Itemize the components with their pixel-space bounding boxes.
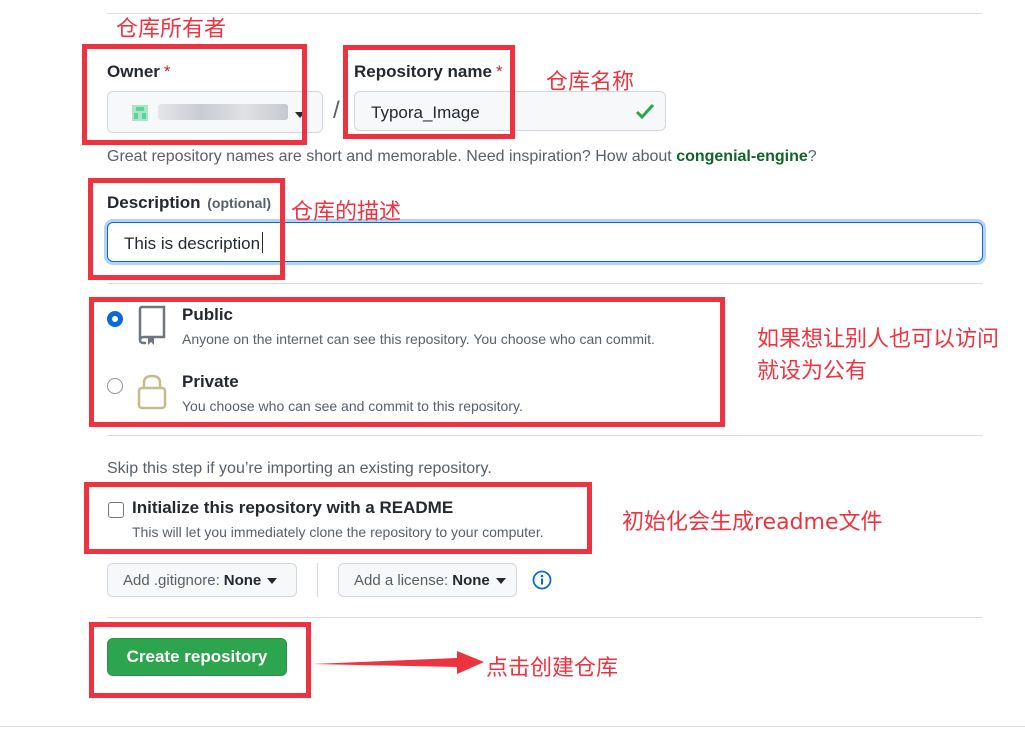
annotation-box-description — [88, 178, 285, 280]
annotation-box-repo-name — [343, 45, 515, 139]
section-divider — [107, 283, 982, 284]
annotation-description: 仓库的描述 — [291, 200, 402, 225]
vertical-divider — [317, 563, 318, 597]
annotation-box-visibility — [89, 297, 725, 427]
info-icon[interactable] — [532, 570, 552, 595]
section-divider — [107, 617, 982, 618]
annotation-repo-name: 仓库名称 — [546, 70, 635, 95]
license-select[interactable]: Add a license: None — [338, 563, 517, 597]
annotation-box-create — [89, 622, 311, 698]
top-divider — [107, 13, 982, 14]
check-icon — [635, 102, 655, 125]
owner-repo-separator: / — [333, 97, 340, 124]
annotation-owner: 仓库所有者 — [116, 17, 227, 42]
annotation-visibility-line1: 如果想让别人也可以访问 — [757, 327, 1000, 352]
annotation-readme: 初始化会生成readme文件 — [622, 510, 883, 535]
section-divider — [107, 435, 982, 436]
chevron-down-icon — [495, 578, 506, 584]
annotation-box-readme — [84, 482, 592, 554]
name-suggestion-link[interactable]: congenial-engine — [676, 148, 808, 165]
chevron-down-icon — [267, 578, 278, 584]
skip-step-text: Skip this step if you’re importing an ex… — [107, 460, 492, 477]
gitignore-select[interactable]: Add .gitignore: None — [107, 563, 297, 597]
annotation-arrow — [312, 651, 484, 674]
annotation-box-owner — [82, 44, 307, 145]
repo-name-hint: Great repository names are short and mem… — [107, 148, 817, 165]
bottom-divider — [0, 726, 1025, 727]
annotation-visibility-line2: 就设为公有 — [757, 359, 868, 384]
annotation-create: 点击创建仓库 — [486, 656, 619, 681]
